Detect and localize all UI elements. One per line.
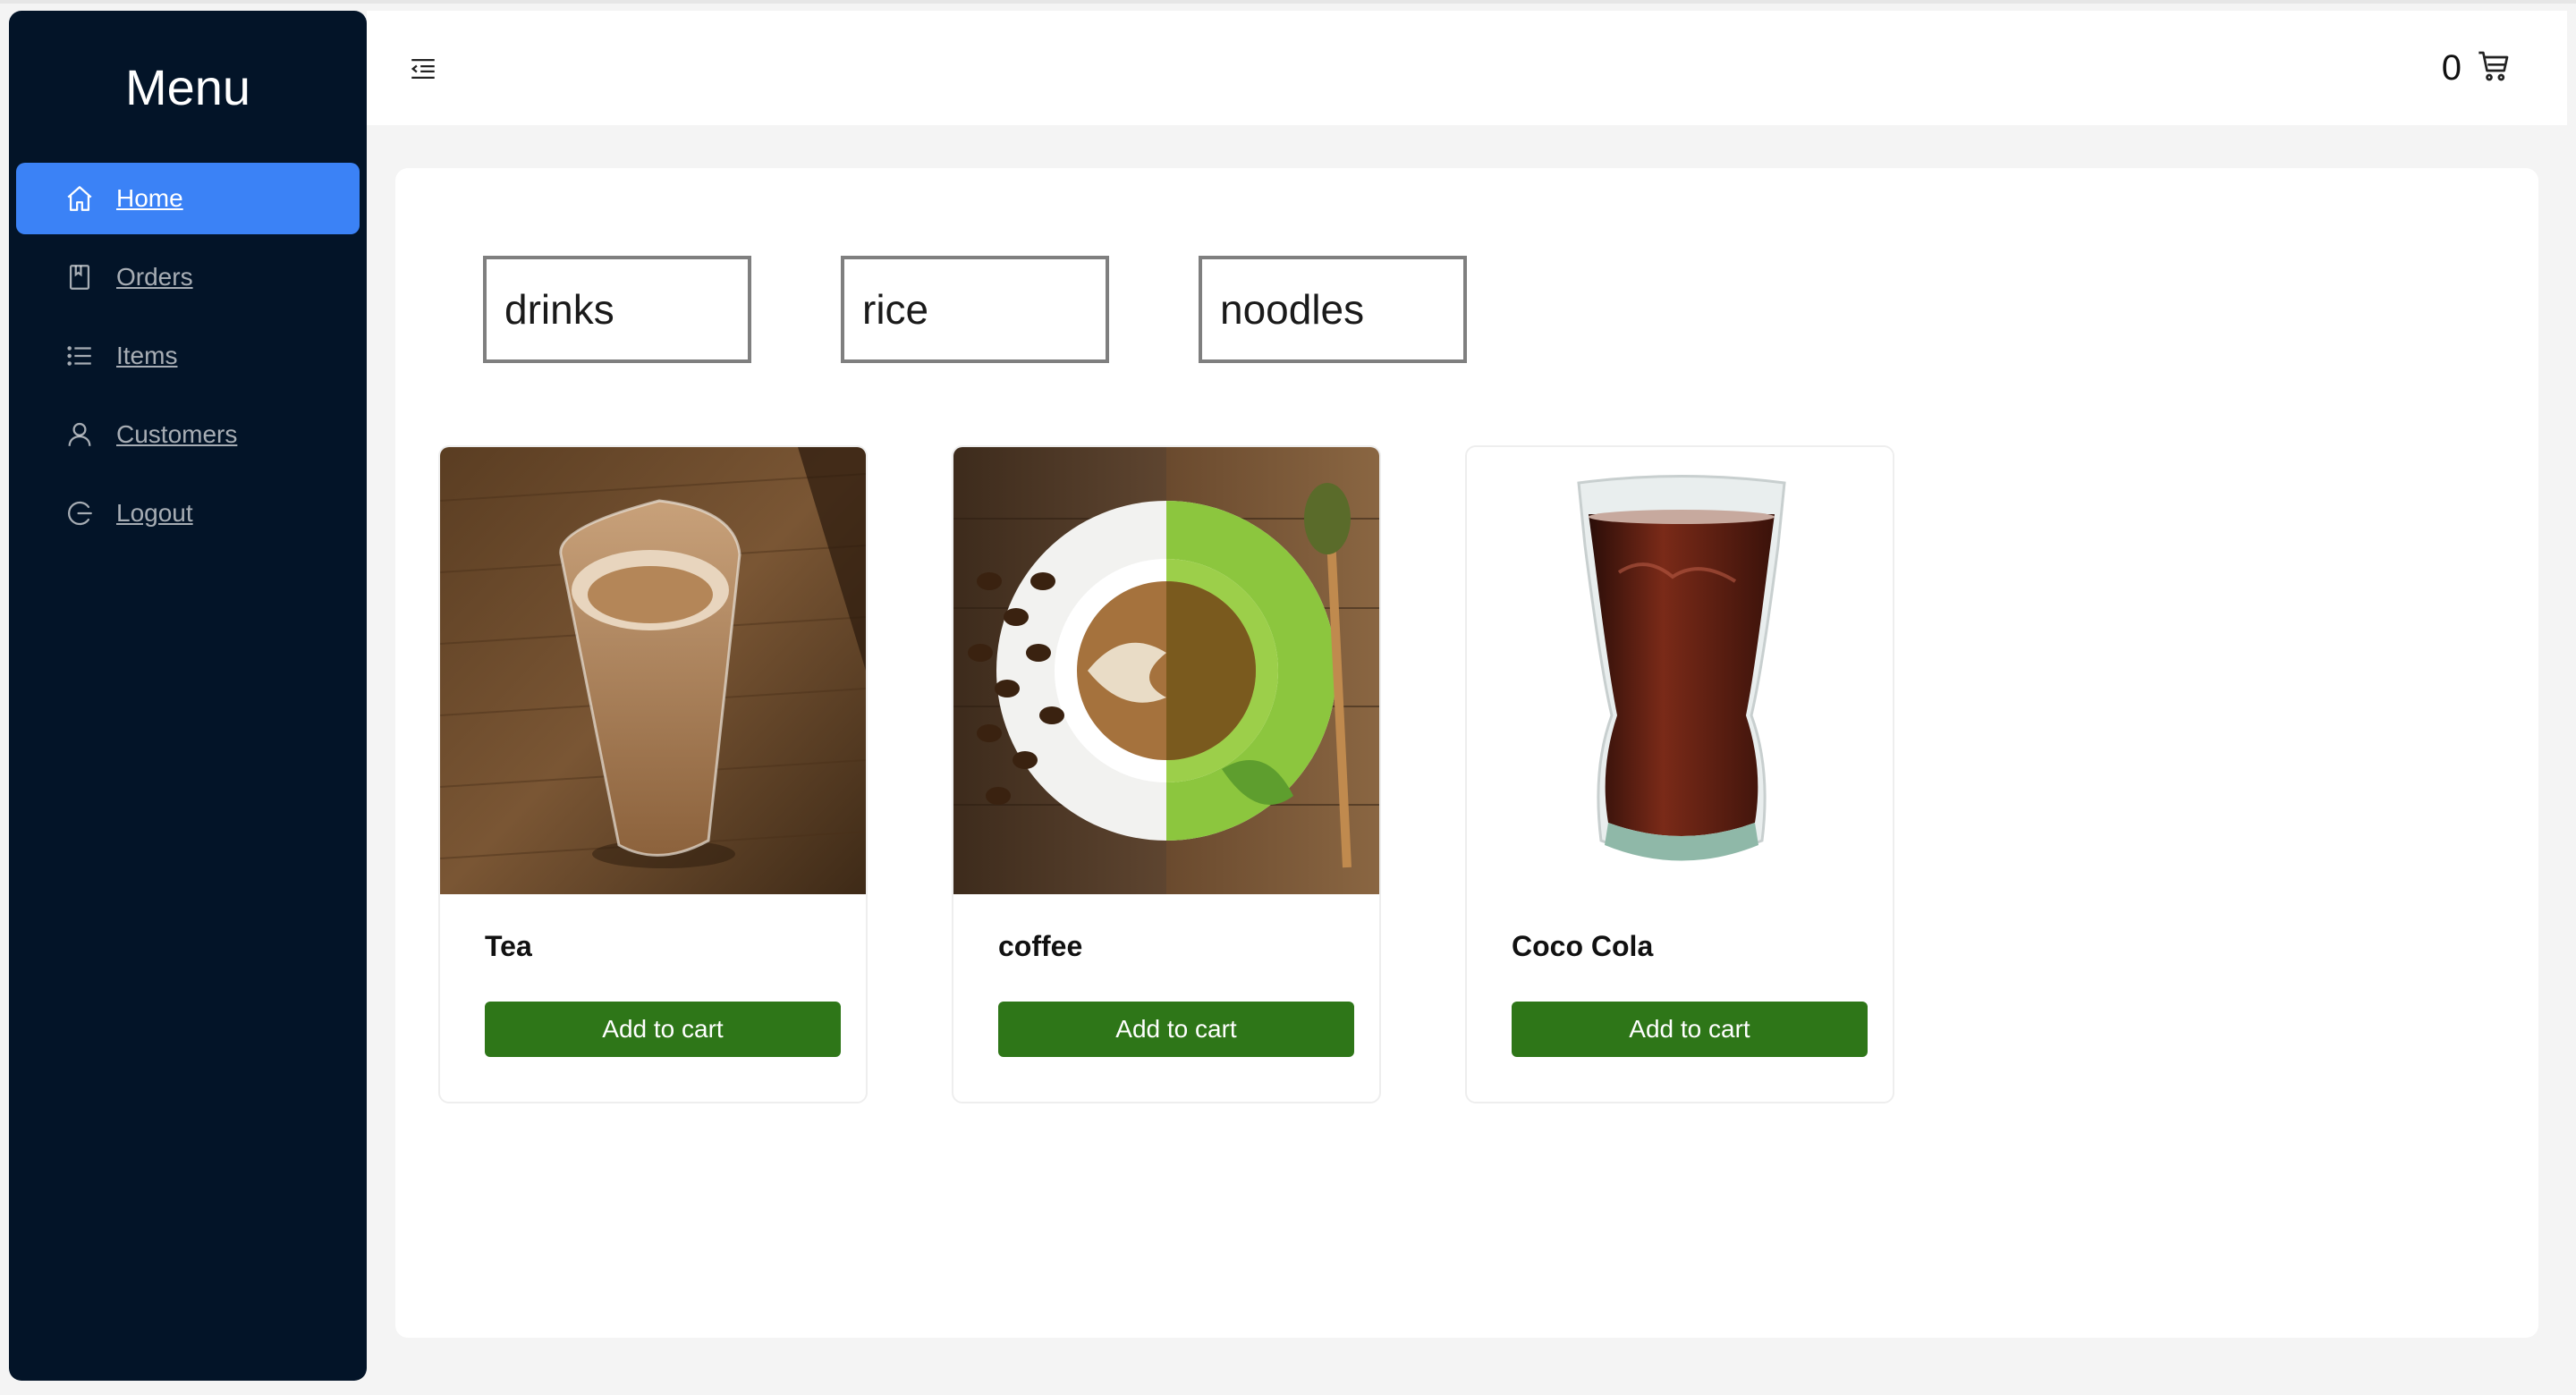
product-name: Tea: [485, 930, 532, 962]
sidebar-item-label: Customers: [116, 420, 238, 448]
product-image: [953, 447, 1379, 894]
product-name: Coco Cola: [1512, 930, 1654, 962]
product-image: [440, 447, 866, 894]
sidebar-title: Menu: [124, 58, 251, 115]
sidebar-item-label: Logout: [116, 499, 193, 527]
sidebar-nav: Home Orders Items Customers Logout: [9, 163, 367, 549]
category-filter: drinks rice noodles: [483, 256, 1556, 363]
product-name: coffee: [998, 930, 1083, 962]
book-icon: [64, 262, 95, 292]
add-to-cart-button[interactable]: Add to cart: [485, 1002, 841, 1057]
main-content: drinks rice noodles Tea Add to cart coff…: [395, 168, 2538, 1338]
add-to-cart-button[interactable]: Add to cart: [1512, 1002, 1868, 1057]
sidebar-item-label: Orders: [116, 263, 193, 291]
sidebar-item-home[interactable]: Home: [16, 163, 360, 234]
user-icon: [64, 419, 95, 450]
product-card: Tea Add to cart: [438, 445, 868, 1103]
category-drinks[interactable]: drinks: [483, 256, 751, 363]
sidebar: Menu Home Orders Items Customers Logout: [9, 11, 367, 1381]
top-header: 0: [367, 11, 2567, 125]
list-icon: [64, 341, 95, 371]
top-border: [0, 0, 2576, 4]
sidebar-item-label: Home: [116, 184, 183, 212]
logout-icon: [64, 498, 95, 528]
product-grid: Tea Add to cart coffee Add to cart Coco …: [438, 445, 1979, 1103]
menu-fold-icon[interactable]: [408, 54, 438, 84]
add-to-cart-button[interactable]: Add to cart: [998, 1002, 1354, 1057]
category-rice[interactable]: rice: [841, 256, 1109, 363]
cart-button[interactable]: 0: [2442, 48, 2512, 89]
sidebar-item-items[interactable]: Items: [16, 320, 360, 392]
product-image: [1467, 447, 1893, 894]
category-noodles[interactable]: noodles: [1199, 256, 1467, 363]
sidebar-item-customers[interactable]: Customers: [16, 399, 360, 470]
home-icon: [64, 183, 95, 214]
product-card: Coco Cola Add to cart: [1465, 445, 1894, 1103]
shopping-cart-icon: [2476, 48, 2512, 89]
cart-count: 0: [2441, 48, 2462, 88]
sidebar-item-logout[interactable]: Logout: [16, 478, 360, 549]
sidebar-item-orders[interactable]: Orders: [16, 241, 360, 313]
product-card: coffee Add to cart: [952, 445, 1381, 1103]
sidebar-item-label: Items: [116, 342, 178, 369]
